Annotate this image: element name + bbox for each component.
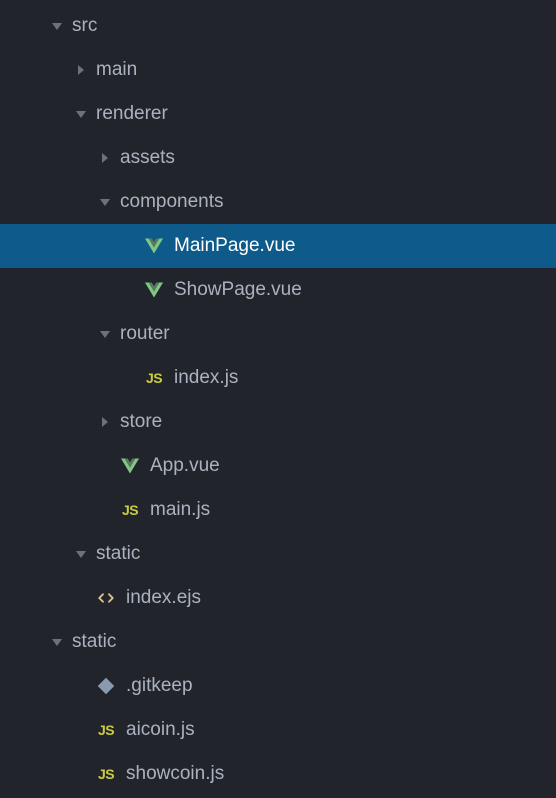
tree-file[interactable]: JS showcoin.js	[14, 752, 556, 796]
tree-folder[interactable]: store	[14, 400, 556, 444]
tree-item-label: store	[120, 411, 162, 433]
chevron-down-icon	[74, 549, 88, 559]
tree-file[interactable]: JS main.js	[14, 488, 556, 532]
js-icon: JS	[144, 370, 164, 386]
tree-item-label: main.js	[150, 499, 210, 521]
tree-item-label: router	[120, 323, 170, 345]
tree-item-label: index.js	[174, 367, 238, 389]
chevron-right-icon	[98, 417, 112, 427]
tree-file[interactable]: App.vue	[14, 444, 556, 488]
tree-folder[interactable]: assets	[14, 136, 556, 180]
ejs-icon	[96, 589, 116, 607]
chevron-down-icon	[74, 109, 88, 119]
chevron-right-icon	[74, 65, 88, 75]
chevron-down-icon	[50, 637, 64, 647]
chevron-down-icon	[98, 329, 112, 339]
tree-item-label: MainPage.vue	[174, 235, 295, 257]
tree-item-label: ShowPage.vue	[174, 279, 302, 301]
tree-item-label: static	[96, 543, 140, 565]
tree-file[interactable]: index.ejs	[14, 576, 556, 620]
tree-item-label: .gitkeep	[126, 675, 193, 697]
js-icon: JS	[96, 722, 116, 738]
tree-folder[interactable]: components	[14, 180, 556, 224]
tree-item-label: App.vue	[150, 455, 220, 477]
file-tree: src main renderer assets components MainPage.…	[14, 4, 556, 796]
tree-file[interactable]: JS aicoin.js	[14, 708, 556, 752]
tree-folder[interactable]: static	[14, 620, 556, 664]
tree-item-label: components	[120, 191, 224, 213]
tree-folder[interactable]: router	[14, 312, 556, 356]
vue-icon	[120, 458, 140, 474]
tree-file[interactable]: .gitkeep	[14, 664, 556, 708]
git-icon	[96, 677, 116, 695]
js-icon: JS	[120, 502, 140, 518]
tree-item-label: renderer	[96, 103, 168, 125]
tree-folder[interactable]: main	[14, 48, 556, 92]
chevron-down-icon	[50, 21, 64, 31]
tree-item-label: main	[96, 59, 137, 81]
tree-item-label: index.ejs	[126, 587, 201, 609]
tree-item-label: assets	[120, 147, 175, 169]
tree-folder[interactable]: renderer	[14, 92, 556, 136]
tree-folder[interactable]: src	[14, 4, 556, 48]
chevron-right-icon	[98, 153, 112, 163]
tree-item-label: aicoin.js	[126, 719, 195, 741]
tree-item-label: showcoin.js	[126, 763, 224, 785]
chevron-down-icon	[98, 197, 112, 207]
tree-folder[interactable]: static	[14, 532, 556, 576]
tree-file[interactable]: MainPage.vue	[14, 224, 556, 268]
tree-item-label: src	[72, 15, 97, 37]
tree-item-label: static	[72, 631, 116, 653]
vue-icon	[144, 238, 164, 254]
js-icon: JS	[96, 766, 116, 782]
tree-file[interactable]: ShowPage.vue	[14, 268, 556, 312]
vue-icon	[144, 282, 164, 298]
tree-file[interactable]: JS index.js	[14, 356, 556, 400]
